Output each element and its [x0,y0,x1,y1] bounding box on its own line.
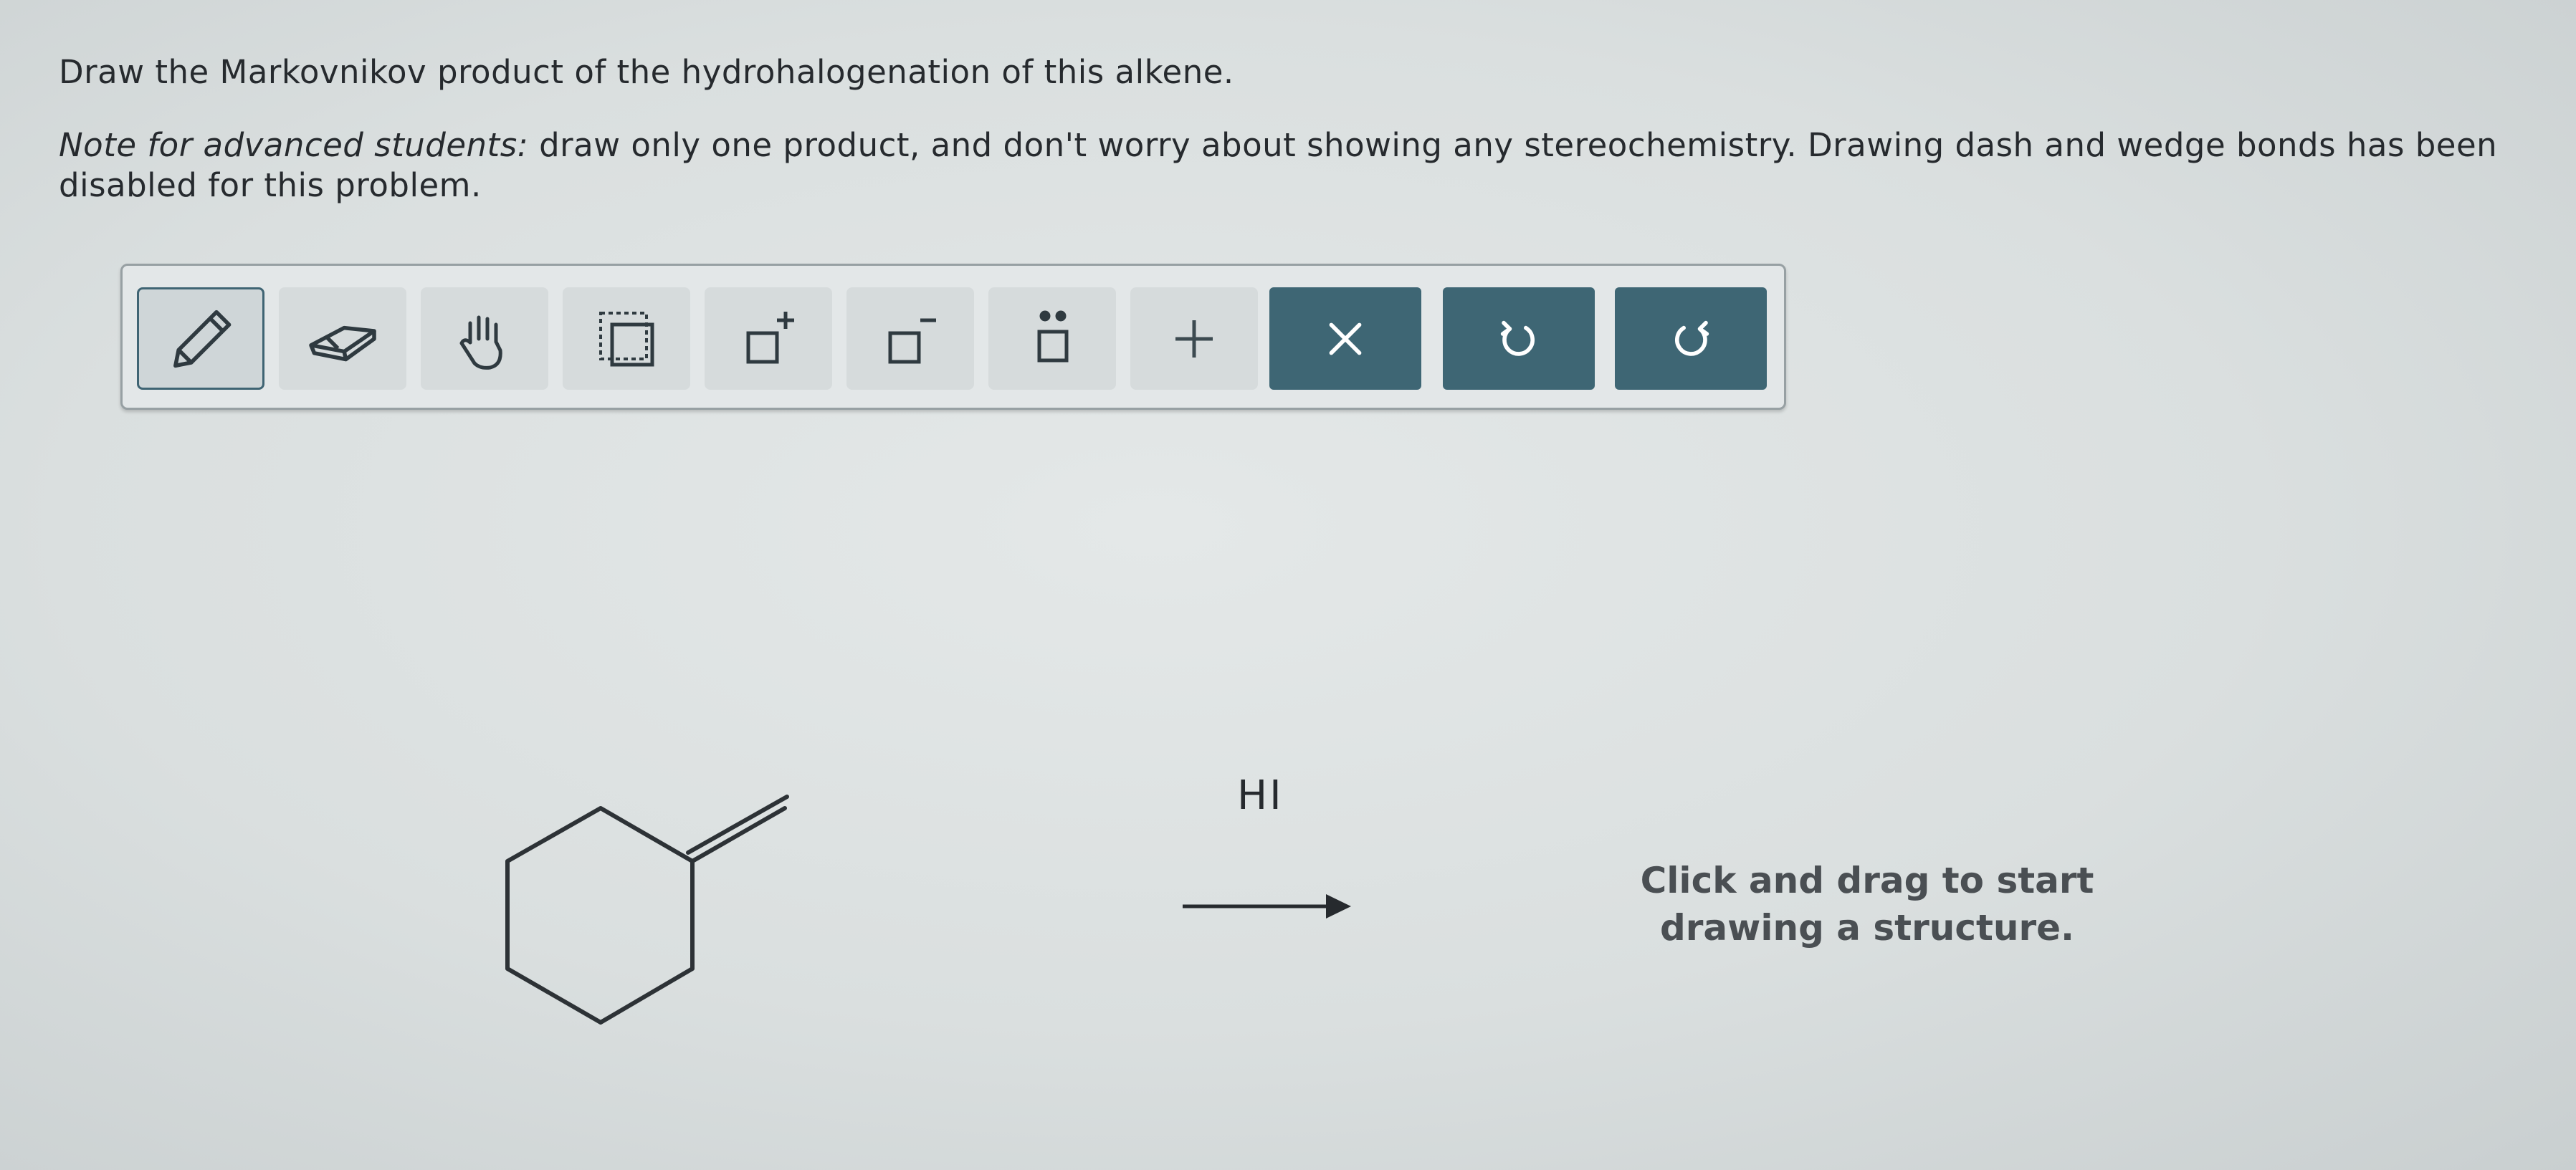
eraser-tool-button[interactable] [279,287,406,390]
cyclohexane-ring [505,806,695,1025]
pencil-tool-button[interactable] [137,287,264,390]
question-prompt: Draw the Markovnikov product of the hydr… [59,53,1234,91]
exocyclic-double-bond [686,795,789,863]
pencil-icon [173,310,232,368]
lone-pair-icon [1037,310,1069,362]
redo-icon [1675,320,1709,356]
move-tool-button[interactable] [421,287,548,390]
reagent-label: HI [1237,772,1284,819]
question-note: Note for advanced students: draw only on… [59,125,2510,206]
redo-button[interactable] [1615,287,1767,390]
eraser-icon [309,325,376,361]
question-text: Draw the Markovnikov product of the hydr… [59,53,2510,206]
canvas-hint: Click and drag to start drawing a struct… [1577,857,2157,951]
lone-pair-button[interactable] [988,287,1116,390]
drawing-canvas[interactable] [1491,645,2243,1039]
undo-icon [1500,320,1535,356]
undo-button[interactable] [1443,287,1595,390]
reaction-arrow [1183,894,1351,919]
hint-line-2: drawing a structure. [1659,907,2075,949]
reactant-structure [505,795,789,1025]
positive-charge-icon [746,311,794,363]
negative-charge-button[interactable] [846,287,974,390]
negative-charge-icon [888,318,936,363]
hint-line-1: Click and drag to start [1640,860,2094,901]
select-tool-button[interactable] [563,287,690,390]
note-label: Note for advanced students: [59,126,529,164]
positive-charge-button[interactable] [705,287,832,390]
add-atom-button[interactable] [1130,287,1258,390]
plus-icon [1175,320,1213,358]
select-box-icon [599,311,654,366]
hand-icon [459,315,502,370]
clear-button[interactable] [1269,287,1421,390]
close-icon [1329,322,1362,355]
drawing-toolbar [120,264,1786,410]
